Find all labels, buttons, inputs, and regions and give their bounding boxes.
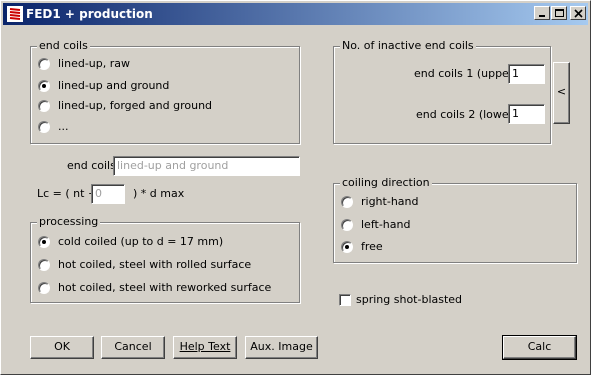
collapse-arrow-button[interactable]: < <box>553 62 570 124</box>
inactive-end-coils-group: No. of inactive end coils <box>333 39 551 144</box>
processing-legend: processing <box>37 215 101 229</box>
shot-blasted-label: spring shot-blasted <box>356 293 463 306</box>
radio-button[interactable] <box>38 282 50 294</box>
radio-button[interactable] <box>341 196 353 208</box>
end-coils-field[interactable]: lined-up and ground <box>113 156 300 176</box>
calc-button[interactable]: Calc <box>502 335 577 360</box>
minimize-icon <box>539 15 545 17</box>
lc-formula-suffix: ) * d max <box>133 187 185 200</box>
shot-blasted-checkbox[interactable] <box>339 294 351 306</box>
option-label: left-hand <box>361 218 411 231</box>
lower-end-coils-label: end coils 2 (lower) <box>416 108 518 121</box>
option-label: ... <box>58 120 69 133</box>
lc-formula-prefix: Lc = ( nt + <box>37 187 98 200</box>
option-label: lined-up and ground <box>58 79 170 92</box>
coiling-direction-legend: coiling direction <box>340 176 432 190</box>
radio-button[interactable] <box>38 259 50 271</box>
option-label: lined-up, forged and ground <box>58 99 213 112</box>
help-text-button[interactable]: Help Text <box>173 336 237 359</box>
end-coils-field-label: end coils <box>67 159 116 172</box>
option-label: free <box>361 240 383 253</box>
upper-end-coils-input[interactable]: 1 <box>508 64 545 84</box>
radio-button-checked[interactable] <box>38 80 50 92</box>
radio-button[interactable] <box>38 121 50 133</box>
nt-addend-input[interactable]: 0 <box>91 184 125 204</box>
option-label: right-hand <box>361 195 419 208</box>
option-label: hot coiled, steel with reworked surface <box>58 281 272 294</box>
minimize-button[interactable] <box>534 6 550 20</box>
lower-end-coils-input[interactable]: 1 <box>508 104 545 124</box>
title-bar[interactable]: FED1 + production <box>3 3 588 25</box>
option-label: hot coiled, steel with rolled surface <box>58 258 252 271</box>
radio-button[interactable] <box>38 100 50 112</box>
radio-button[interactable] <box>341 219 353 231</box>
upper-end-coils-label: end coils 1 (upper) <box>414 67 518 80</box>
option-label: cold coiled (up to d = 17 mm) <box>58 235 224 248</box>
maximize-icon <box>555 9 564 17</box>
dialog-window: FED1 + production end coils lined-up, ra… <box>0 0 591 375</box>
radio-button[interactable] <box>38 58 50 70</box>
spring-app-icon <box>7 6 23 22</box>
end-coils-legend: end coils <box>37 39 90 53</box>
inactive-end-coils-legend: No. of inactive end coils <box>340 39 476 53</box>
maximize-button[interactable] <box>551 6 567 20</box>
close-button[interactable] <box>570 6 586 20</box>
close-icon <box>574 9 583 18</box>
option-label: lined-up, raw <box>58 57 131 70</box>
ok-button[interactable]: OK <box>30 336 94 359</box>
window-title: FED1 + production <box>26 7 153 21</box>
aux-image-button[interactable]: Aux. Image <box>245 336 318 359</box>
cancel-button[interactable]: Cancel <box>101 336 165 359</box>
radio-button-checked[interactable] <box>38 236 50 248</box>
radio-button-checked[interactable] <box>341 241 353 253</box>
